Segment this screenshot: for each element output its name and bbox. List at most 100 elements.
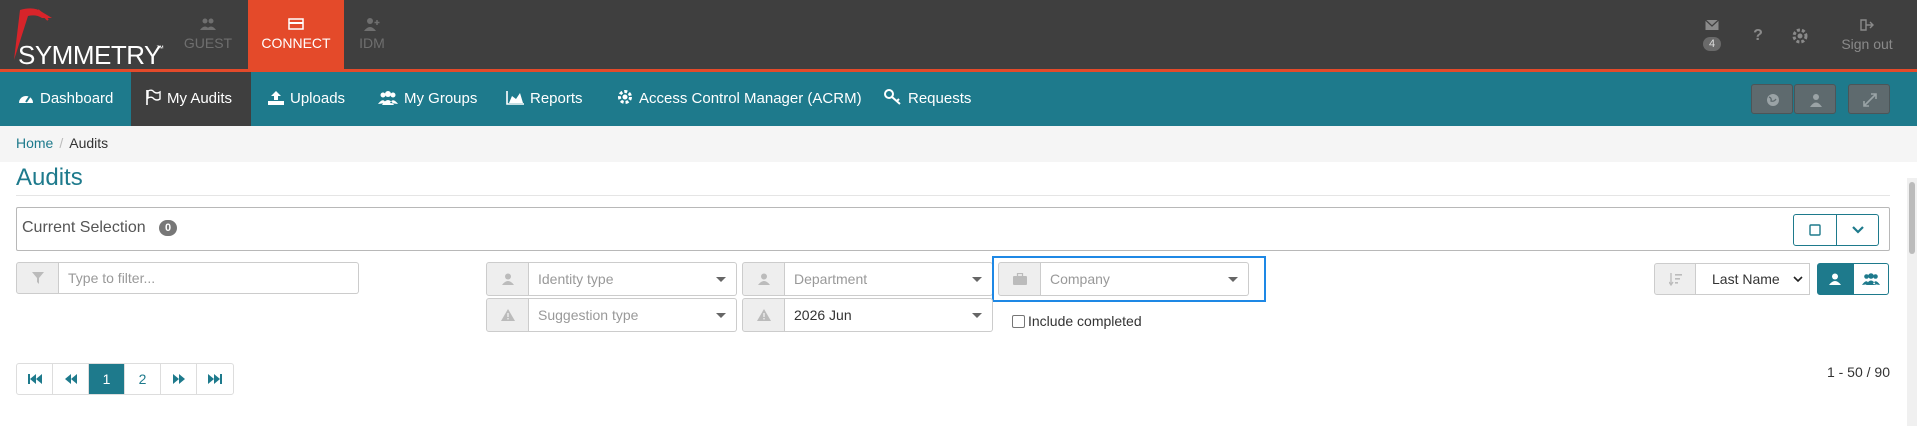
fast-forward-icon: [208, 374, 222, 384]
company-select[interactable]: Company: [1041, 262, 1249, 296]
warning-icon: [500, 309, 515, 321]
text-filter-placeholder: Type to filter...: [68, 270, 156, 286]
sort-value: Last Name: [1712, 271, 1780, 287]
prev-page-button[interactable]: [53, 364, 89, 394]
square-icon: [1809, 224, 1821, 236]
chevron-down-icon: [1793, 276, 1803, 283]
period-select[interactable]: 2026 Jun: [785, 298, 993, 332]
filter-addon: [16, 262, 59, 294]
help-button[interactable]: ?: [1740, 0, 1776, 69]
page-title: Audits: [16, 164, 83, 191]
help-icon: ?: [1753, 27, 1763, 44]
include-completed-label: Include completed: [1028, 313, 1142, 329]
selection-button-group: [1793, 214, 1879, 246]
nav-dashboard[interactable]: Dashboard: [4, 72, 127, 126]
app-guest-label: GUEST: [183, 35, 233, 51]
identity-type-select[interactable]: Identity type: [529, 262, 737, 296]
user-plus-icon: [364, 18, 380, 31]
messages-count: 4: [1702, 37, 1722, 51]
breadcrumb-current: Audits: [69, 135, 109, 151]
key-icon: [884, 89, 901, 105]
nav-my-groups[interactable]: My Groups: [364, 72, 491, 126]
view-single-button[interactable]: [1817, 263, 1853, 295]
nav-acrm[interactable]: Access Control Manager (ACRM): [603, 72, 876, 126]
top-bar: SYMMETRY ™ GUEST CONNECT IDM 4 ? Sign ou…: [0, 0, 1917, 72]
users-icon: [200, 18, 216, 30]
breadcrumb-separator: /: [59, 135, 64, 151]
nav-my-groups-label: My Groups: [404, 90, 478, 107]
app-connect-label: CONNECT: [261, 35, 331, 51]
sort-addon: [1654, 263, 1696, 295]
title-divider: [16, 195, 1890, 196]
current-selection-panel: Current Selection 0: [16, 207, 1890, 251]
gear-icon: [1792, 28, 1808, 44]
fast-backward-icon: [27, 374, 42, 384]
nav-my-audits[interactable]: My Audits: [131, 72, 251, 126]
globe-icon: [1767, 94, 1779, 106]
group-icon: [378, 91, 398, 105]
caret-down-icon: [716, 313, 726, 318]
forward-icon: [172, 374, 185, 384]
briefcase-icon: [1012, 273, 1027, 285]
signout-label: Sign out: [1841, 36, 1893, 52]
page-1-button[interactable]: 1: [89, 364, 125, 394]
funnel-icon: [31, 272, 44, 284]
scrollbar-thumb[interactable]: [1909, 182, 1915, 254]
first-page-button[interactable]: [17, 364, 53, 394]
company-addon: [998, 262, 1041, 296]
selection-dropdown-button[interactable]: [1837, 215, 1878, 245]
user-icon: [1829, 273, 1841, 285]
messages-button[interactable]: 4: [1692, 0, 1732, 69]
card-icon: [288, 18, 304, 30]
text-filter-input[interactable]: Type to filter...: [59, 262, 359, 294]
nav-reports[interactable]: Reports: [492, 72, 597, 126]
caret-down-icon: [972, 277, 982, 282]
app-guest[interactable]: GUEST: [160, 0, 256, 69]
upload-icon: [268, 91, 284, 105]
breadcrumb-home[interactable]: Home: [16, 135, 53, 151]
pagination: 1 2: [16, 363, 234, 395]
sort-select[interactable]: Last Name: [1696, 263, 1810, 295]
page-2-button[interactable]: 2: [125, 364, 161, 394]
nav-uploads[interactable]: Uploads: [254, 72, 359, 126]
current-selection-label: Current Selection: [22, 219, 146, 236]
gear-icon: [618, 90, 632, 104]
main-nav: Dashboard My Audits Uploads My Groups Re…: [0, 72, 1917, 126]
sort-icon: [1669, 273, 1682, 286]
nav-acrm-label: Access Control Manager (ACRM): [639, 90, 862, 107]
signout-button[interactable]: Sign out: [1826, 0, 1908, 69]
select-all-button[interactable]: [1794, 215, 1837, 245]
app-idm-label: IDM: [359, 35, 385, 51]
next-page-button[interactable]: [161, 364, 197, 394]
suggestion-type-select[interactable]: Suggestion type: [529, 298, 737, 332]
department-placeholder: Department: [794, 271, 868, 287]
chevron-down-icon: [1852, 226, 1864, 234]
company-placeholder: Company: [1050, 271, 1110, 287]
suggestion-type-addon: [486, 298, 529, 332]
brand-name: SYMMETRY: [18, 40, 161, 70]
app-idm[interactable]: IDM: [324, 0, 420, 69]
backward-icon: [64, 374, 77, 384]
user-button[interactable]: [1794, 84, 1836, 114]
nav-requests[interactable]: Requests: [870, 72, 985, 126]
checkbox-box[interactable]: [1012, 315, 1025, 328]
last-page-button[interactable]: [197, 364, 233, 394]
nav-dashboard-label: Dashboard: [40, 90, 114, 107]
globe-button[interactable]: [1751, 84, 1793, 114]
area-chart-icon: [506, 91, 524, 105]
settings-button[interactable]: [1780, 0, 1820, 69]
include-completed-checkbox[interactable]: Include completed: [1012, 313, 1142, 329]
symmetry-logo[interactable]: SYMMETRY ™: [8, 6, 168, 70]
envelope-icon: [1705, 19, 1719, 30]
nav-uploads-label: Uploads: [290, 90, 346, 107]
department-select[interactable]: Department: [785, 262, 993, 296]
period-addon: [742, 298, 785, 332]
view-group-button[interactable]: [1853, 263, 1889, 295]
caret-down-icon: [972, 313, 982, 318]
fullscreen-button[interactable]: [1848, 84, 1890, 114]
user-icon: [501, 273, 514, 285]
flag-icon: [146, 89, 161, 105]
nav-my-audits-label: My Audits: [167, 90, 233, 107]
selection-count-badge: 0: [159, 220, 178, 236]
signout-icon: [1860, 19, 1874, 31]
